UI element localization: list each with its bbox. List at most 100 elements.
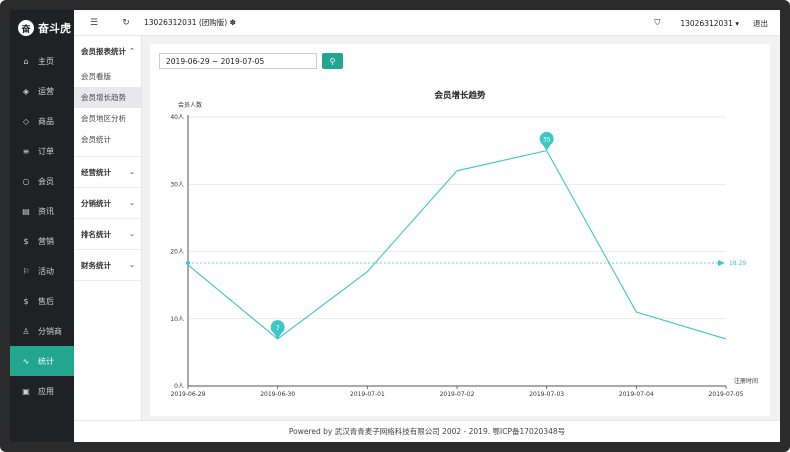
sidebar-item[interactable]: $ 营销 [10, 226, 74, 256]
submenu-group: 分销统计 ⌄ [74, 188, 141, 219]
logout-link[interactable]: 退出 [753, 18, 768, 29]
chevron-icon: ⌄ [129, 230, 135, 238]
dollar-circle-icon: $ [23, 296, 29, 306]
dollar-icon: $ [23, 236, 29, 246]
x-tick-label: 2019-07-03 [529, 391, 564, 398]
x-tick-label: 2019-07-05 [709, 391, 744, 398]
app-window: 奋 奋斗虎 ⌂ 主页 ◈ 运营 ◇ 商品 ≡ 订单 ○ 会员 ▤ 资讯 $ 营销 ⚐ 活动 $ 售后 ♙ 分销商 ∿ 统计… [10, 10, 780, 442]
sidebar-item[interactable]: ◈ 运营 [10, 76, 74, 106]
x-tick-label: 2019-06-30 [260, 391, 295, 398]
home-icon: ⌂ [23, 56, 29, 66]
person-icon: ♙ [22, 326, 30, 336]
submenu-group-header[interactable]: 财务统计 ⌄ [74, 250, 141, 280]
content-panel: ⚲ 会员增长趋势会员人数注册时间 0人 10人 20人 30人 40人 2019-06-29… [150, 44, 770, 416]
sidebar-item-label: 统计 [38, 356, 54, 366]
sidebar-item-label: 商品 [38, 116, 54, 126]
brand-logo[interactable]: 奋 奋斗虎 [10, 10, 74, 46]
refresh-icon[interactable]: ↻ [118, 18, 134, 28]
submenu-group-header[interactable]: 排名统计 ⌄ [74, 219, 141, 249]
chevron-icon: ⌃ [129, 47, 135, 55]
sidebar-item[interactable]: ⚐ 活动 [10, 256, 74, 286]
sidebar-item-label: 会员 [38, 176, 54, 186]
sidebar-item-label: 主页 [38, 56, 54, 66]
device-frame: 奋 奋斗虎 ⌂ 主页 ◈ 运营 ◇ 商品 ≡ 订单 ○ 会员 ▤ 资讯 $ 营销 ⚐ 活动 $ 售后 ♙ 分销商 ∿ 统计… [0, 0, 790, 452]
sidebar-item[interactable]: ▣ 应用 [10, 376, 74, 406]
submenu-group-label: 财务统计 [81, 260, 111, 270]
flag-icon: ⚐ [22, 266, 30, 276]
search-button[interactable]: ⚲ [322, 53, 343, 69]
app-icon: ▣ [22, 386, 30, 396]
sidebar-item-label: 营销 [38, 236, 54, 246]
sidebar-item[interactable]: ≡ 订单 [10, 136, 74, 166]
sidebar-item-label: 分销商 [38, 326, 62, 336]
logo-icon: 奋 [18, 20, 34, 36]
sidebar-item[interactable]: ∿ 统计 [10, 346, 74, 376]
sidebar-item[interactable]: ♙ 分销商 [10, 316, 74, 346]
x-tick-label: 2019-07-04 [619, 391, 654, 398]
chevron-icon: ⌄ [129, 168, 135, 176]
document-icon: ▤ [22, 206, 30, 216]
main-sidebar: 奋 奋斗虎 ⌂ 主页 ◈ 运营 ◇ 商品 ≡ 订单 ○ 会员 ▤ 资讯 $ 营销 ⚐ 活动 $ 售后 ♙ 分销商 ∿ 统计… [10, 10, 74, 442]
y-tick-label: 40人 [170, 114, 184, 121]
list-icon: ≡ [22, 146, 30, 156]
y-tick-label: 10人 [170, 316, 184, 323]
submenu-item[interactable]: 会员看版 [74, 66, 141, 87]
sidebar-item-label: 订单 [38, 146, 54, 156]
store-title: 13026312031 (团购版) ✽ [144, 18, 236, 27]
submenu-group: 财务统计 ⌄ [74, 250, 141, 281]
submenu-group-label: 会员报表统计 [81, 46, 126, 56]
sidebar-item-label: 售后 [38, 296, 54, 306]
chevron-icon: ⌄ [129, 261, 135, 269]
pulse-icon: ∿ [22, 356, 30, 366]
series-line [187, 149, 727, 340]
user-dropdown[interactable]: 13026312031 ▾ [680, 19, 739, 28]
sidebar-item[interactable]: $ 售后 [10, 286, 74, 316]
menu-toggle-icon[interactable]: ☰ [86, 18, 102, 28]
submenu-group: 排名统计 ⌄ [74, 219, 141, 250]
submenu-group: 会员报表统计 ⌃ 会员看版 会员增长趋势 会员地区分析 会员统计 [74, 36, 141, 157]
x-tick-label: 2019-07-02 [440, 391, 475, 398]
sidebar-item-label: 应用 [38, 386, 54, 396]
submenu-item[interactable]: 会员增长趋势 [74, 87, 141, 108]
sidebar-item[interactable]: ○ 会员 [10, 166, 74, 196]
x-tick-label: 2019-07-01 [350, 391, 385, 398]
submenu-item[interactable]: 会员地区分析 [74, 108, 141, 129]
submenu-item[interactable]: 会员统计 [74, 129, 141, 150]
submenu-group-header[interactable]: 分销统计 ⌄ [74, 188, 141, 218]
max-marker-label: 35 [543, 137, 551, 144]
min-marker-label: 7 [276, 325, 280, 332]
y-tick-label: 0人 [174, 383, 184, 390]
sidebar-item[interactable]: ▤ 资讯 [10, 196, 74, 226]
sidebar-item-label: 资讯 [38, 206, 54, 216]
average-arrow [718, 259, 725, 266]
sub-menu: 会员报表统计 ⌃ 会员看版 会员增长趋势 会员地区分析 会员统计 经营统计 ⌄ 分销统计 ⌄ 排名统… [74, 36, 142, 442]
top-bar: ☰ ↻ 13026312031 (团购版) ✽ ⛉ 13026312031 ▾ … [74, 10, 780, 36]
y-tick-label: 30人 [170, 181, 184, 188]
sidebar-item-label: 活动 [38, 266, 54, 276]
x-tick-label: 2019-06-29 [171, 391, 206, 398]
date-range-input[interactable] [159, 53, 317, 69]
submenu-group-label: 排名统计 [81, 229, 111, 239]
sidebar-item[interactable]: ◇ 商品 [10, 106, 74, 136]
logo-text: 奋斗虎 [38, 22, 71, 35]
tag-icon: ◇ [22, 116, 30, 126]
footer-text: Powered by 武汉青青麦子网络科技有限公司 2002 - 2019. 鄂… [288, 427, 566, 436]
sidebar-item[interactable]: ⌂ 主页 [10, 46, 74, 76]
submenu-group-label: 经营统计 [81, 167, 111, 177]
y-axis-label: 会员人数 [178, 101, 202, 109]
search-icon: ⚲ [329, 56, 336, 66]
shirt-icon[interactable]: ⛉ [654, 18, 660, 28]
average-start-dot [186, 260, 190, 265]
chevron-icon: ⌄ [129, 199, 135, 207]
average-label: 18.29 [729, 260, 746, 267]
submenu-group-header[interactable]: 会员报表统计 ⌃ [74, 36, 141, 66]
chart-title: 会员增长趋势 [433, 90, 486, 101]
submenu-group-label: 分销统计 [81, 198, 111, 208]
sidebar-item-label: 运营 [38, 86, 54, 96]
page-footer: Powered by 武汉青青麦子网络科技有限公司 2002 - 2019. 鄂… [74, 420, 780, 442]
x-axis-label: 注册时间 [734, 377, 758, 385]
sidebar-nav: ⌂ 主页 ◈ 运营 ◇ 商品 ≡ 订单 ○ 会员 ▤ 资讯 $ 营销 ⚐ 活动 $ 售后 ♙ 分销商 ∿ 统计 ▣ 应用 [10, 46, 74, 406]
submenu-group-header[interactable]: 经营统计 ⌄ [74, 157, 141, 187]
top-bar-right: ⛉ 13026312031 ▾ 退出 [654, 10, 768, 36]
growth-line-chart: 会员增长趋势会员人数注册时间 0人 10人 20人 30人 40人 2019-06-29 20… [170, 90, 758, 398]
